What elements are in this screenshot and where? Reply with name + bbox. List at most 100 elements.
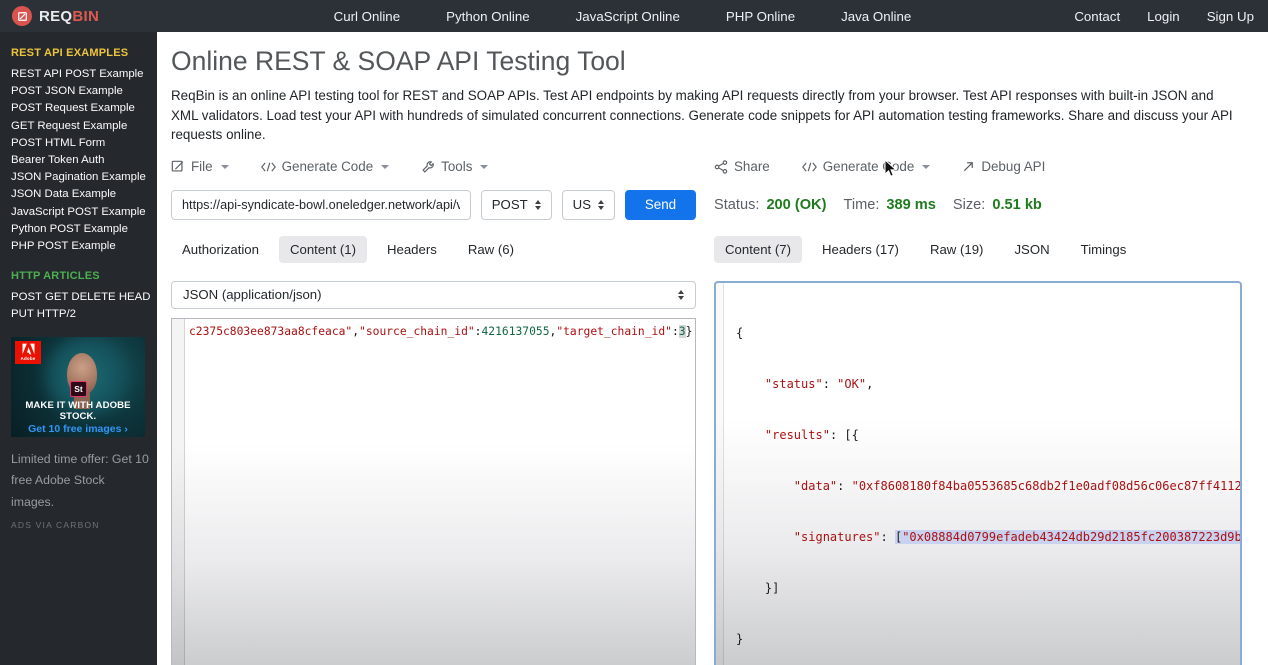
response-line: "status": "OK", xyxy=(736,376,1240,393)
navbar-menu: Curl Online Python Online JavaScript Onl… xyxy=(334,0,912,32)
nav-item-javascript-online[interactable]: JavaScript Online xyxy=(576,9,680,24)
tab-content-response[interactable]: Content (7) xyxy=(714,236,802,263)
response-line: "data": "0xf8608180f84ba0553685c68db2f1e… xyxy=(736,478,1240,495)
sidebar-item-bearer-token-auth[interactable]: Bearer Token Auth xyxy=(11,152,149,169)
reqbin-pencil-icon xyxy=(12,6,32,26)
response-line: "signatures": ["0x08884d0799efadeb43424d… xyxy=(736,529,1240,546)
ad-cta-link[interactable]: Get 10 free images › xyxy=(11,423,145,435)
time-label: Time: xyxy=(843,197,879,213)
request-toolbar: File Generate Code Tools xyxy=(171,157,696,177)
main-content: Online REST & SOAP API Testing Tool ReqB… xyxy=(157,32,1268,665)
region-select[interactable]: US xyxy=(562,190,615,220)
time-value: 389 ms xyxy=(886,197,936,213)
request-tabs: Authorization Content (1) Headers Raw (6… xyxy=(171,236,696,264)
left-sidebar: REST API EXAMPLES REST API POST Example … xyxy=(0,32,157,665)
content-type-select[interactable]: JSON (application/json) xyxy=(171,281,696,309)
sidebar-item-rest-api-post-example[interactable]: REST API POST Example xyxy=(11,66,149,83)
nav-item-login[interactable]: Login xyxy=(1147,9,1180,24)
tab-json[interactable]: JSON xyxy=(1003,236,1060,263)
nav-item-curl-online[interactable]: Curl Online xyxy=(334,9,401,24)
sidebar-item-javascript-post-example[interactable]: JavaScript POST Example xyxy=(11,204,149,221)
generate-code-button[interactable]: Generate Code xyxy=(261,159,390,174)
sidebar-item-json-pagination-example[interactable]: JSON Pagination Example xyxy=(11,169,149,186)
sidebar-item-python-post-example[interactable]: Python POST Example xyxy=(11,221,149,238)
editor-gutter xyxy=(172,319,185,665)
adobe-stock-st-icon: St xyxy=(70,381,87,397)
sidebar-item-post-get-delete-head[interactable]: POST GET DELETE HEAD xyxy=(11,289,149,306)
response-line: { xyxy=(736,325,1240,342)
tab-content-request[interactable]: Content (1) xyxy=(279,236,367,263)
nav-item-java-online[interactable]: Java Online xyxy=(841,9,911,24)
chevron-down-icon xyxy=(922,165,930,169)
wrench-icon xyxy=(421,160,435,174)
response-gutter xyxy=(716,283,724,665)
response-line: }] xyxy=(736,580,1240,597)
chevron-down-icon xyxy=(221,165,229,169)
sidebar-item-json-data-example[interactable]: JSON Data Example xyxy=(11,186,149,203)
generate-code-response-button[interactable]: Generate Code xyxy=(802,159,931,174)
sidebar-item-php-post-example[interactable]: PHP POST Example xyxy=(11,238,149,255)
response-toolbar: Share Generate Code Debug API xyxy=(714,157,1242,177)
status-value: 200 (OK) xyxy=(766,197,826,213)
page-description: ReqBin is an online API testing tool for… xyxy=(171,86,1243,145)
tab-headers-response[interactable]: Headers (17) xyxy=(811,236,910,263)
tab-headers-request[interactable]: Headers xyxy=(376,236,448,263)
url-row: POST US Send xyxy=(171,190,696,220)
sidebar-item-post-json-example[interactable]: POST JSON Example xyxy=(11,83,149,100)
http-articles-heading: HTTP ARTICLES xyxy=(11,270,149,282)
nav-item-python-online[interactable]: Python Online xyxy=(446,9,530,24)
ad-offer-text[interactable]: Limited time offer: Get 10 free Adobe St… xyxy=(11,449,149,514)
ads-via-carbon-label[interactable]: ADS VIA CARBON xyxy=(11,520,149,530)
response-body-panel[interactable]: { "status": "OK", "results": [{ "data": … xyxy=(714,281,1242,665)
tab-raw-request[interactable]: Raw (6) xyxy=(457,236,525,263)
tab-authorization[interactable]: Authorization xyxy=(171,236,270,263)
nav-item-contact[interactable]: Contact xyxy=(1074,9,1120,24)
tools-menu-button[interactable]: Tools xyxy=(421,159,488,174)
top-navbar: REQBIN Curl Online Python Online JavaScr… xyxy=(0,0,1268,32)
adobe-stock-ad[interactable]: Adobe St MAKE IT WITH ADOBE STOCK. Get 1… xyxy=(11,337,145,437)
file-menu-button[interactable]: File xyxy=(171,159,229,174)
response-status-row: Status: 200 (OK) Time: 389 ms Size: 0.51… xyxy=(714,190,1242,220)
tab-timings[interactable]: Timings xyxy=(1070,236,1138,263)
debug-api-button[interactable]: Debug API xyxy=(962,159,1045,174)
sidebar-item-put-http2[interactable]: PUT HTTP/2 xyxy=(11,306,149,323)
adobe-logo-icon: Adobe xyxy=(15,341,41,364)
nav-item-signup[interactable]: Sign Up xyxy=(1207,9,1254,24)
arrow-up-right-icon xyxy=(962,160,975,173)
response-pane: Share Generate Code Debug API S xyxy=(714,157,1242,665)
sidebar-item-get-request-example[interactable]: GET Request Example xyxy=(11,118,149,135)
response-tabs: Content (7) Headers (17) Raw (19) JSON T… xyxy=(714,236,1242,264)
tab-raw-response[interactable]: Raw (19) xyxy=(919,236,995,263)
brand-text: REQBIN xyxy=(39,8,99,25)
request-body-editor[interactable]: c2375c803ee873aa8cfeaca","source_chain_i… xyxy=(171,318,696,665)
share-button[interactable]: Share xyxy=(714,159,770,174)
reqbin-logo[interactable]: REQBIN xyxy=(12,6,99,26)
code-icon xyxy=(802,161,817,173)
method-select[interactable]: POST xyxy=(481,190,552,220)
status-label: Status: xyxy=(714,197,759,213)
chevron-down-icon xyxy=(480,165,488,169)
size-label: Size: xyxy=(953,197,985,213)
response-line: } xyxy=(736,631,1240,648)
select-arrows-icon xyxy=(598,200,604,210)
rest-api-examples-heading: REST API EXAMPLES xyxy=(11,47,149,59)
nav-item-php-online[interactable]: PHP Online xyxy=(726,9,795,24)
share-icon xyxy=(714,160,728,174)
page-title: Online REST & SOAP API Testing Tool xyxy=(171,44,1268,78)
url-input[interactable] xyxy=(171,190,471,220)
request-pane: File Generate Code Tools xyxy=(171,157,696,665)
chevron-down-icon xyxy=(381,165,389,169)
send-button[interactable]: Send xyxy=(625,190,696,220)
select-arrows-icon xyxy=(535,200,541,210)
size-value: 0.51 kb xyxy=(992,197,1042,213)
request-body-code[interactable]: c2375c803ee873aa8cfeaca","source_chain_i… xyxy=(185,319,695,665)
sidebar-item-post-request-example[interactable]: POST Request Example xyxy=(11,100,149,117)
response-body-code[interactable]: { "status": "OK", "results": [{ "data": … xyxy=(724,283,1240,665)
select-arrows-icon xyxy=(678,290,684,300)
response-line: "results": [{ xyxy=(736,427,1240,444)
sidebar-item-post-html-form[interactable]: POST HTML Form xyxy=(11,135,149,152)
file-edit-icon xyxy=(171,160,185,174)
ad-caption: MAKE IT WITH ADOBE STOCK. xyxy=(11,400,145,422)
code-icon xyxy=(261,161,276,173)
navbar-right: Contact Login Sign Up xyxy=(1074,0,1254,32)
